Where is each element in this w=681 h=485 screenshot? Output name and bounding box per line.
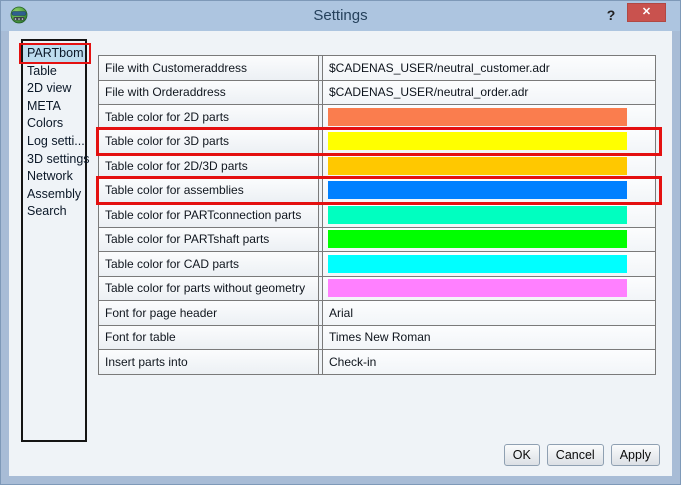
dialog-body: PARTbomTable2D viewMETAColorsLog setti..… bbox=[9, 31, 672, 476]
setting-color-value[interactable] bbox=[322, 252, 656, 276]
settings-row-table-color-for-partshaft-parts: Table color for PARTshaft parts bbox=[98, 228, 656, 253]
setting-label: Table color for assemblies bbox=[98, 179, 319, 203]
settings-dialog: Settings ? ✕ PARTbomTable2D viewMETAColo… bbox=[0, 0, 681, 485]
setting-label: Font for table bbox=[98, 326, 319, 350]
settings-row-table-color-for-parts-without-geometry: Table color for parts without geometry bbox=[98, 277, 656, 302]
color-swatch[interactable] bbox=[328, 108, 627, 126]
close-button[interactable]: ✕ bbox=[627, 3, 666, 22]
setting-label: Table color for PARTshaft parts bbox=[98, 228, 319, 252]
sidebar-list: PARTbomTable2D viewMETAColorsLog setti..… bbox=[21, 39, 87, 442]
setting-label: Font for page header bbox=[98, 301, 319, 325]
sidebar-item-assembly[interactable]: Assembly bbox=[23, 186, 85, 204]
cancel-button[interactable]: Cancel bbox=[547, 444, 604, 466]
setting-color-value[interactable] bbox=[322, 105, 656, 129]
setting-label: Table color for parts without geometry bbox=[98, 277, 319, 301]
setting-label: File with Customeraddress bbox=[98, 56, 319, 80]
settings-row-insert-parts-into: Insert parts intoCheck-in bbox=[98, 350, 656, 375]
setting-text-value[interactable]: Arial bbox=[322, 301, 656, 325]
color-swatch[interactable] bbox=[328, 157, 627, 175]
ok-button[interactable]: OK bbox=[504, 444, 540, 466]
setting-text-value[interactable]: Check-in bbox=[322, 350, 656, 374]
setting-color-value[interactable] bbox=[322, 277, 656, 301]
color-swatch[interactable] bbox=[328, 279, 627, 297]
setting-label: Table color for 2D parts bbox=[98, 105, 319, 129]
setting-label: Table color for 3D parts bbox=[98, 130, 319, 154]
color-swatch[interactable] bbox=[328, 230, 627, 248]
setting-text-value[interactable]: $CADENAS_USER/neutral_customer.adr bbox=[322, 56, 656, 80]
title-bar[interactable]: Settings ? ✕ bbox=[1, 1, 680, 31]
sidebar-item-log-setti[interactable]: Log setti... bbox=[23, 133, 85, 151]
settings-row-table-color-for-cad-parts: Table color for CAD parts bbox=[98, 252, 656, 277]
apply-button[interactable]: Apply bbox=[611, 444, 660, 466]
setting-label: Table color for PARTconnection parts bbox=[98, 203, 319, 227]
setting-label: File with Orderaddress bbox=[98, 81, 319, 105]
settings-row-table-color-for-2d-3d-parts: Table color for 2D/3D parts bbox=[98, 154, 656, 179]
sidebar-item-partbom[interactable]: PARTbom bbox=[23, 45, 85, 63]
setting-text-value[interactable]: Times New Roman bbox=[322, 326, 656, 350]
setting-label: Table color for CAD parts bbox=[98, 252, 319, 276]
help-button[interactable]: ? bbox=[602, 4, 620, 26]
sidebar-item-table[interactable]: Table bbox=[23, 63, 85, 81]
setting-color-value[interactable] bbox=[322, 179, 656, 203]
settings-row-table-color-for-assemblies: Table color for assemblies bbox=[98, 179, 656, 204]
settings-row-file-with-customeraddress: File with Customeraddress$CADENAS_USER/n… bbox=[98, 56, 656, 81]
settings-row-file-with-orderaddress: File with Orderaddress$CADENAS_USER/neut… bbox=[98, 81, 656, 106]
setting-color-value[interactable] bbox=[322, 228, 656, 252]
window-title: Settings bbox=[1, 1, 680, 31]
settings-row-table-color-for-partconnection-parts: Table color for PARTconnection parts bbox=[98, 203, 656, 228]
sidebar-item-colors[interactable]: Colors bbox=[23, 115, 85, 133]
sidebar-item-meta[interactable]: META bbox=[23, 98, 85, 116]
settings-row-table-color-for-3d-parts: Table color for 3D parts bbox=[98, 130, 656, 155]
settings-row-font-for-table: Font for tableTimes New Roman bbox=[98, 326, 656, 351]
sidebar-item-2d-view[interactable]: 2D view bbox=[23, 80, 85, 98]
sidebar-item-network[interactable]: Network bbox=[23, 168, 85, 186]
sidebar-item-3d-settings[interactable]: 3D settings bbox=[23, 151, 85, 169]
color-swatch[interactable] bbox=[328, 206, 627, 224]
setting-color-value[interactable] bbox=[322, 154, 656, 178]
footer-button-row: OK Cancel Apply bbox=[504, 444, 660, 466]
setting-color-value[interactable] bbox=[322, 130, 656, 154]
setting-color-value[interactable] bbox=[322, 203, 656, 227]
settings-row-table-color-for-2d-parts: Table color for 2D parts bbox=[98, 105, 656, 130]
setting-label: Table color for 2D/3D parts bbox=[98, 154, 319, 178]
color-swatch[interactable] bbox=[328, 181, 627, 199]
sidebar-item-search[interactable]: Search bbox=[23, 203, 85, 221]
setting-label: Insert parts into bbox=[98, 350, 319, 374]
settings-row-font-for-page-header: Font for page headerArial bbox=[98, 301, 656, 326]
color-swatch[interactable] bbox=[328, 132, 627, 150]
settings-grid: File with Customeraddress$CADENAS_USER/n… bbox=[98, 55, 656, 375]
color-swatch[interactable] bbox=[328, 255, 627, 273]
setting-text-value[interactable]: $CADENAS_USER/neutral_order.adr bbox=[322, 81, 656, 105]
